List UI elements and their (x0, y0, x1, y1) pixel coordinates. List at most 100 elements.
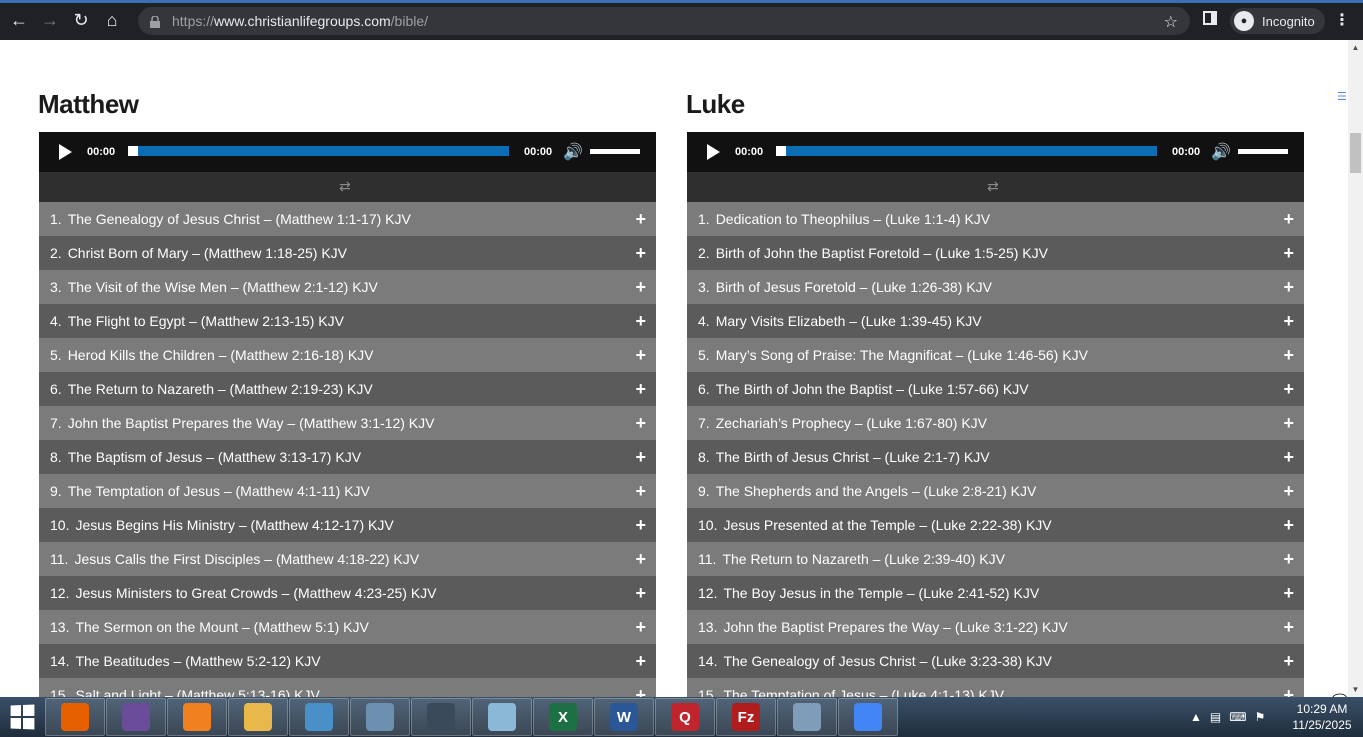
page-scrollbar[interactable]: ▲ ▼ (1348, 40, 1363, 697)
expand-plus-icon[interactable]: + (635, 379, 646, 400)
expand-plus-icon[interactable]: + (1283, 447, 1294, 468)
track-row[interactable]: 1. Dedication to Theophilus – (Luke 1:1-4… (687, 202, 1304, 236)
track-row[interactable]: 8. The Baptism of Jesus – (Matthew 3:13-1… (39, 440, 656, 474)
track-row[interactable]: 7. Zechariah’s Prophecy – (Luke 1:67-80) … (687, 406, 1304, 440)
expand-plus-icon[interactable]: + (635, 209, 646, 230)
track-row[interactable]: 10. Jesus Begins His Ministry – (Matthew … (39, 508, 656, 542)
track-row[interactable]: 14. The Genealogy of Jesus Christ – (Luke… (687, 644, 1304, 678)
expand-plus-icon[interactable]: + (1283, 413, 1294, 434)
taskbar-app-button[interactable] (289, 698, 349, 736)
expand-plus-icon[interactable]: + (635, 447, 646, 468)
taskbar-app-button[interactable] (350, 698, 410, 736)
expand-plus-icon[interactable]: + (1283, 685, 1294, 697)
expand-plus-icon[interactable]: + (1283, 617, 1294, 638)
taskbar-app-button[interactable] (106, 698, 166, 736)
track-row[interactable]: 6. The Birth of John the Baptist – (Luke … (687, 372, 1304, 406)
track-row[interactable]: 12. Jesus Ministers to Great Crowds – (Ma… (39, 576, 656, 610)
side-panel-icon[interactable] (1203, 11, 1217, 25)
track-row[interactable]: 4. Mary Visits Elizabeth – (Luke 1:39-45)… (687, 304, 1304, 338)
taskbar-app-button[interactable]: X (533, 698, 593, 736)
expand-plus-icon[interactable]: + (635, 685, 646, 697)
reload-icon[interactable]: ↻ (69, 8, 93, 32)
expand-plus-icon[interactable]: + (1283, 549, 1294, 570)
track-row[interactable]: 9. The Temptation of Jesus – (Matthew 4:1… (39, 474, 656, 508)
taskbar-app-button[interactable]: Q (655, 698, 715, 736)
track-row[interactable]: 2. Birth of John the Baptist Foretold – (… (687, 236, 1304, 270)
bookmark-star-icon[interactable]: ☆ (1164, 12, 1178, 32)
track-row[interactable]: 6. The Return to Nazareth – (Matthew 2:19… (39, 372, 656, 406)
menu-icon[interactable]: ☰ (1337, 90, 1347, 103)
expand-plus-icon[interactable]: + (1283, 243, 1294, 264)
track-row[interactable]: 15. The Temptation of Jesus – (Luke 4:1-1… (687, 678, 1304, 697)
track-row[interactable]: 5. Herod Kills the Children – (Matthew 2:… (39, 338, 656, 372)
expand-plus-icon[interactable]: + (635, 549, 646, 570)
volume-icon[interactable]: 🔊 (563, 142, 583, 162)
expand-plus-icon[interactable]: + (1283, 345, 1294, 366)
expand-plus-icon[interactable]: + (635, 243, 646, 264)
track-row[interactable]: 9. The Shepherds and the Angels – (Luke 2… (687, 474, 1304, 508)
shuffle-icon[interactable]: ⇄ (339, 178, 351, 195)
expand-plus-icon[interactable]: + (635, 413, 646, 434)
keyboard-icon[interactable]: ⌨ (1229, 710, 1246, 724)
expand-plus-icon[interactable]: + (635, 583, 646, 604)
taskbar-app-button[interactable] (838, 698, 898, 736)
track-row[interactable]: 13. The Sermon on the Mount – (Matthew 5:… (39, 610, 656, 644)
expand-plus-icon[interactable]: + (635, 651, 646, 672)
volume-icon[interactable]: 🔊 (1211, 142, 1231, 162)
start-button[interactable] (0, 697, 44, 737)
address-bar[interactable]: https://www.christianlifegroups.com/bibl… (138, 7, 1190, 35)
track-row[interactable]: 2. Christ Born of Mary – (Matthew 1:18-25… (39, 236, 656, 270)
expand-plus-icon[interactable]: + (1283, 379, 1294, 400)
progress-handle[interactable] (776, 146, 786, 156)
scroll-up-icon[interactable]: ▲ (1348, 40, 1363, 55)
progress-rail[interactable] (128, 146, 509, 156)
expand-plus-icon[interactable]: + (1283, 651, 1294, 672)
taskbar-app-button[interactable] (167, 698, 227, 736)
taskbar-app-button[interactable] (777, 698, 837, 736)
expand-plus-icon[interactable]: + (1283, 209, 1294, 230)
track-row[interactable]: 13. John the Baptist Prepares the Way – (… (687, 610, 1304, 644)
track-row[interactable]: 3. The Visit of the Wise Men – (Matthew 2… (39, 270, 656, 304)
back-icon[interactable]: ← (7, 8, 31, 32)
track-row[interactable]: 1. The Genealogy of Jesus Christ – (Matth… (39, 202, 656, 236)
taskbar-clock[interactable]: 10:29 AM 11/25/2025 (1286, 701, 1358, 733)
progress-rail[interactable] (776, 146, 1157, 156)
incognito-badge[interactable]: ● Incognito (1230, 8, 1325, 34)
expand-plus-icon[interactable]: + (635, 481, 646, 502)
network-icon[interactable]: ▤ (1210, 710, 1221, 724)
expand-plus-icon[interactable]: + (635, 617, 646, 638)
expand-plus-icon[interactable]: + (1283, 515, 1294, 536)
url-text[interactable]: https://www.christianlifegroups.com/bibl… (172, 13, 428, 29)
scroll-thumb[interactable] (1350, 133, 1361, 173)
taskbar-app-button[interactable] (45, 698, 105, 736)
taskbar-app-button[interactable]: Fz (716, 698, 776, 736)
shuffle-icon[interactable]: ⇄ (987, 178, 999, 195)
track-row[interactable]: 14. The Beatitudes – (Matthew 5:2-12) KJV… (39, 644, 656, 678)
taskbar-app-button[interactable] (472, 698, 532, 736)
expand-plus-icon[interactable]: + (1283, 311, 1294, 332)
track-row[interactable]: 10. Jesus Presented at the Temple – (Luke… (687, 508, 1304, 542)
expand-plus-icon[interactable]: + (1283, 481, 1294, 502)
track-row[interactable]: 11. Jesus Calls the First Disciples – (Ma… (39, 542, 656, 576)
track-row[interactable]: 7. John the Baptist Prepares the Way – (M… (39, 406, 656, 440)
taskbar-app-button[interactable]: W (594, 698, 654, 736)
home-icon[interactable]: ⌂ (100, 8, 124, 32)
expand-plus-icon[interactable]: + (635, 277, 646, 298)
progress-handle[interactable] (128, 146, 138, 156)
track-row[interactable]: 8. The Birth of Jesus Christ – (Luke 2:1-… (687, 440, 1304, 474)
browser-menu-icon[interactable]: ⋮ (1334, 10, 1350, 30)
track-row[interactable]: 5. Mary’s Song of Praise: The Magnificat … (687, 338, 1304, 372)
track-row[interactable]: 15. Salt and Light – (Matthew 5:13-16) KJ… (39, 678, 656, 697)
volume-slider[interactable] (590, 149, 640, 154)
track-row[interactable]: 11. The Return to Nazareth – (Luke 2:39-4… (687, 542, 1304, 576)
expand-plus-icon[interactable]: + (635, 515, 646, 536)
play-icon[interactable] (707, 144, 720, 160)
track-row[interactable]: 3. Birth of Jesus Foretold – (Luke 1:26-3… (687, 270, 1304, 304)
expand-plus-icon[interactable]: + (635, 311, 646, 332)
taskbar-app-button[interactable] (411, 698, 471, 736)
expand-plus-icon[interactable]: + (635, 345, 646, 366)
play-icon[interactable] (59, 144, 72, 160)
expand-plus-icon[interactable]: + (1283, 277, 1294, 298)
flag-icon[interactable]: ⚑ (1255, 710, 1266, 724)
taskbar-app-button[interactable] (228, 698, 288, 736)
